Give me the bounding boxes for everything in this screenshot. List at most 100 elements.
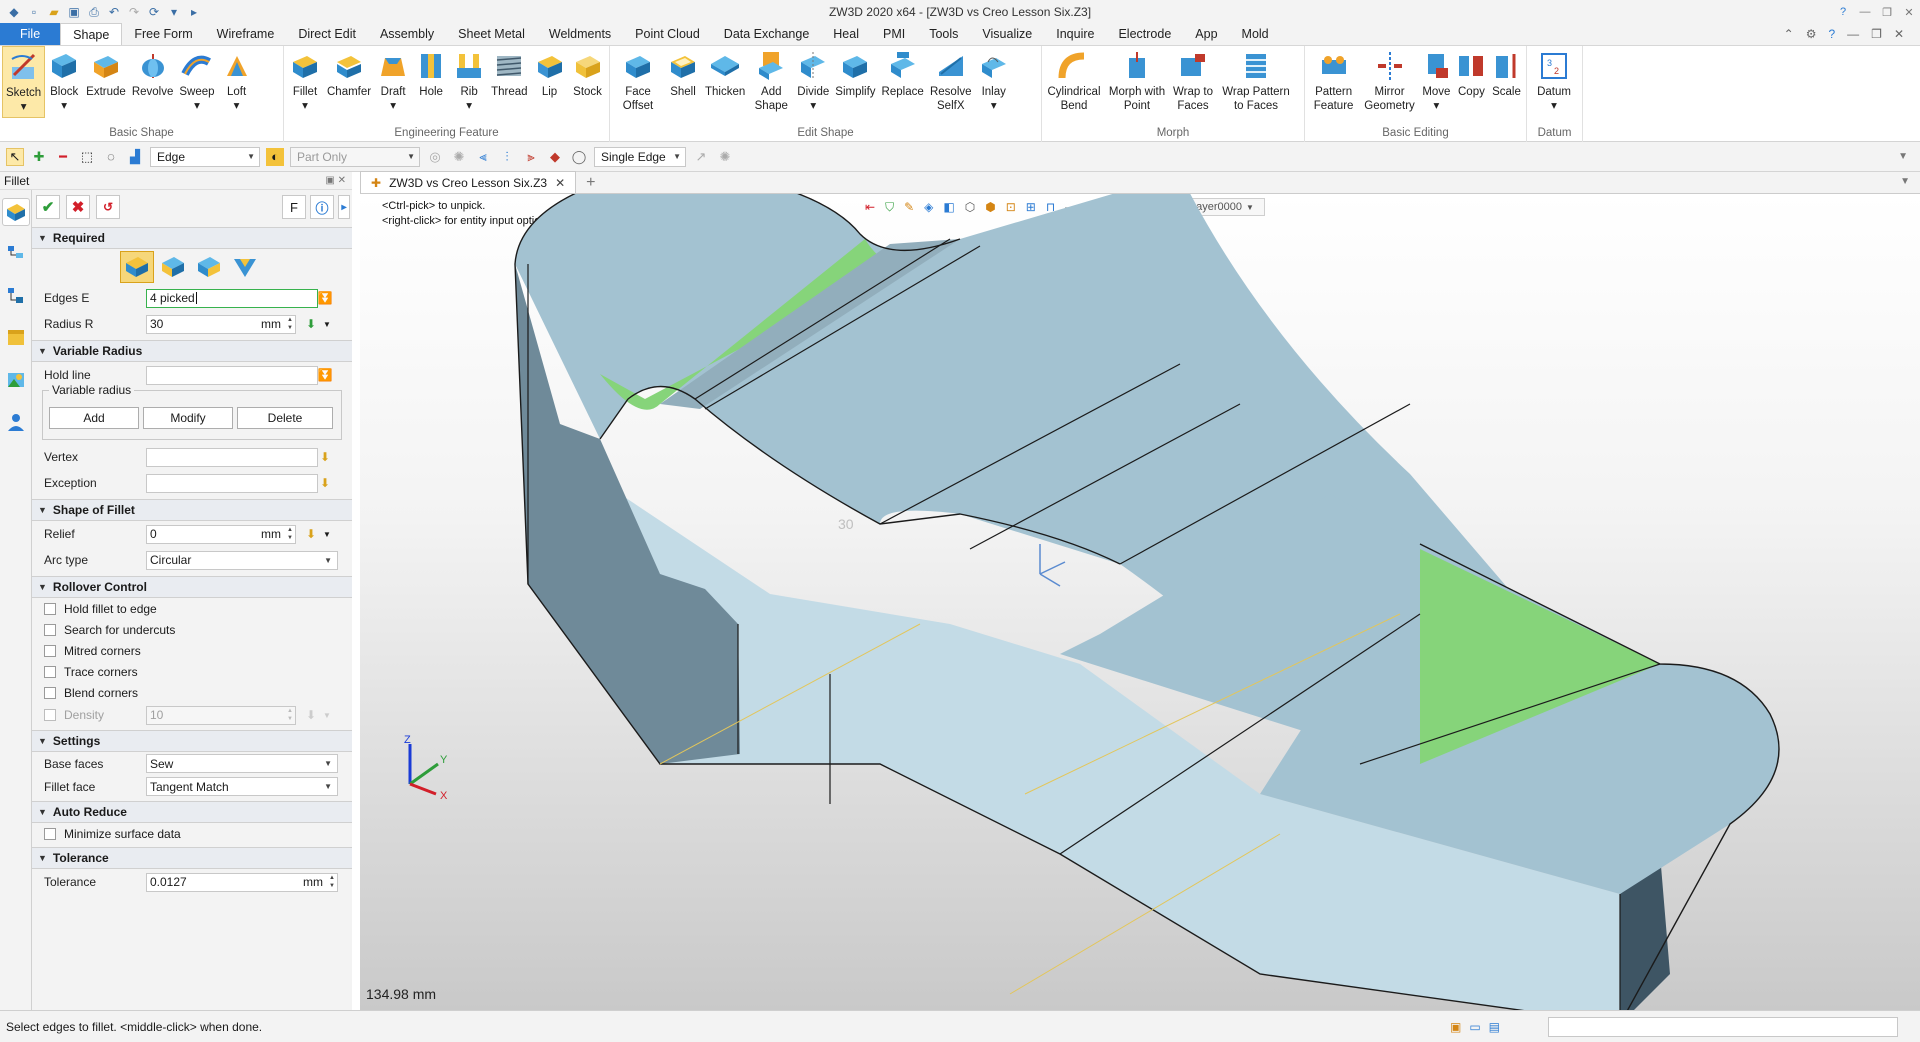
status-display-icon[interactable]: ▭ [1469,1020,1480,1034]
tabs-overflow-icon[interactable]: ▼ [1900,171,1910,193]
scope-select[interactable]: Part Only ▼ [290,146,420,167]
radius-options-icon[interactable]: ▼ [318,315,336,333]
section-rollover-control[interactable]: ▼ Rollover Control [32,576,352,598]
customize-qat-icon[interactable]: ▾ [166,4,182,20]
doc-close-icon[interactable]: ✕ [1894,27,1904,41]
exception-field[interactable] [146,473,318,493]
minimize-surface-data-checkbox[interactable]: Minimize surface data [32,823,352,844]
vertex-pick-icon[interactable]: ⬇ [316,448,334,466]
section-tolerance[interactable]: ▼ Tolerance [32,847,352,869]
command-input[interactable] [1548,1016,1898,1037]
status-grid-icon[interactable]: ▤ [1489,1020,1500,1034]
hold-line-expand-icon[interactable]: ⏬ [316,366,334,384]
part-model[interactable] [360,194,1920,1010]
mitred-corners-checkbox[interactable]: Mitred corners [32,640,352,661]
tab-file[interactable]: File [0,23,61,45]
radius-spinner[interactable]: ▲ ▼ [287,316,293,332]
align-left-icon[interactable]: ⫷ [474,148,492,166]
vtab-visual[interactable] [2,366,30,394]
hold-line-field[interactable] [146,365,318,385]
tab-inquire[interactable]: Inquire [1044,23,1106,45]
arc-type-select[interactable]: Circular ▼ [146,550,338,570]
tab-assembly[interactable]: Assembly [368,23,446,45]
minimize-icon[interactable]: — [1854,0,1876,24]
density-options-icon[interactable]: ▼ [318,706,336,724]
tab-weldments[interactable]: Weldments [537,23,623,45]
fillet-type-face-button[interactable] [156,251,190,283]
tab-point-cloud[interactable]: Point Cloud [623,23,712,45]
density-spinner[interactable]: ▲ ▼ [287,707,293,723]
edge-chain-icon[interactable]: ◯ [570,148,588,166]
align-center-icon[interactable]: ⫶ [498,148,516,166]
doc-minimize-icon[interactable]: — [1847,27,1859,41]
document-tab-close-icon[interactable]: ✕ [555,176,565,190]
edges-expand-icon[interactable]: ⏬ [316,289,334,307]
add-select-icon[interactable]: ✚ [30,148,48,166]
highlight-icon[interactable]: ◐ [266,147,284,166]
trace-corners-checkbox[interactable]: Trace corners [32,661,352,682]
tab-visualize[interactable]: Visualize [970,23,1044,45]
section-settings[interactable]: ▼ Settings [32,730,352,752]
pin-icon[interactable]: ▣ ✕ [325,175,346,186]
print-icon[interactable]: ⎙ [86,4,102,20]
snap-icon[interactable]: ◎ [426,148,444,166]
tab-electrode[interactable]: Electrode [1106,23,1183,45]
remove-select-icon[interactable]: ━ [54,148,72,166]
relief-spinner[interactable]: ▲ ▼ [287,526,293,542]
maximize-icon[interactable]: ❐ [1876,0,1898,24]
play-icon[interactable]: ▸ [186,4,202,20]
app-logo-icon[interactable]: ◆ [6,4,22,20]
exception-pick-icon[interactable]: ⬇ [316,474,334,492]
new-file-icon[interactable]: ▫ [26,4,42,20]
new-tab-icon[interactable]: + [586,173,595,193]
tab-free-form[interactable]: Free Form [122,23,204,45]
doc-restore-icon[interactable]: ❐ [1871,27,1882,41]
f-button[interactable]: F [282,195,306,219]
align-right-icon[interactable]: ⫸ [522,148,540,166]
density-checkbox[interactable] [44,709,56,721]
settings-gear-icon[interactable]: ⚙ [1806,27,1817,41]
info-icon[interactable]: ⓘ [310,195,334,219]
apply-button[interactable]: ↺ [96,195,120,219]
tab-direct-edit[interactable]: Direct Edit [286,23,368,45]
regenerate-icon[interactable]: ⟳ [146,4,162,20]
undo-icon[interactable]: ↶ [106,4,122,20]
blend-corners-checkbox[interactable]: Blend corners [32,682,352,703]
add-button[interactable]: Add [49,407,139,429]
pick-settings-icon[interactable]: ✺ [716,148,734,166]
help-menu-icon[interactable]: ? [1828,27,1835,41]
tab-shape[interactable]: Shape [60,23,123,45]
collapse-ribbon-icon[interactable]: ⌃ [1784,27,1794,41]
pick-mode-select[interactable]: Single Edge ▼ [594,146,686,167]
search-for-undercuts-checkbox[interactable]: Search for undercuts [32,619,352,640]
cancel-button[interactable]: ✖ [66,195,90,219]
section-variable-radius[interactable]: ▼ Variable Radius [32,340,352,362]
modify-button[interactable]: Modify [143,407,233,429]
section-auto-reduce[interactable]: ▼ Auto Reduce [32,801,352,823]
tab-sheet-metal[interactable]: Sheet Metal [446,23,537,45]
tab-tools[interactable]: Tools [917,23,970,45]
base-faces-select[interactable]: Sew ▼ [146,754,338,773]
pick-option-icon[interactable]: ↗ [692,148,710,166]
tab-data-exchange[interactable]: Data Exchange [712,23,821,45]
fillet-type-vertex-button[interactable] [192,251,226,283]
save-icon[interactable]: ▣ [66,4,82,20]
fillet-type-chordal-button[interactable] [228,251,262,283]
ok-button[interactable]: ✔ [36,195,60,219]
document-tab[interactable]: ✚ ZW3D vs Creo Lesson Six.Z3 ✕ [360,171,577,193]
vtab-parts[interactable] [2,324,30,352]
vtab-assembly[interactable] [2,282,30,310]
vertex-field[interactable] [146,447,318,467]
tolerance-field[interactable]: 0.0127 mm ▲ ▼ [146,872,338,892]
fillet-type-edge-button[interactable] [120,251,154,283]
relief-field[interactable]: 0 mm ▲ ▼ [146,524,296,544]
status-view-icon[interactable]: ▣ [1450,1020,1461,1034]
tab-mold[interactable]: Mold [1230,23,1281,45]
tab-heal[interactable]: Heal [821,23,871,45]
panel-more-icon[interactable]: ▸ [338,195,350,219]
tab-app[interactable]: App [1183,23,1229,45]
lasso-select-icon[interactable]: ◌ [102,148,120,166]
relief-options-icon[interactable]: ▼ [318,525,336,543]
pick-filter-icon[interactable]: ◆ [546,148,564,166]
density-field[interactable]: 10 ▲ ▼ [146,705,296,725]
